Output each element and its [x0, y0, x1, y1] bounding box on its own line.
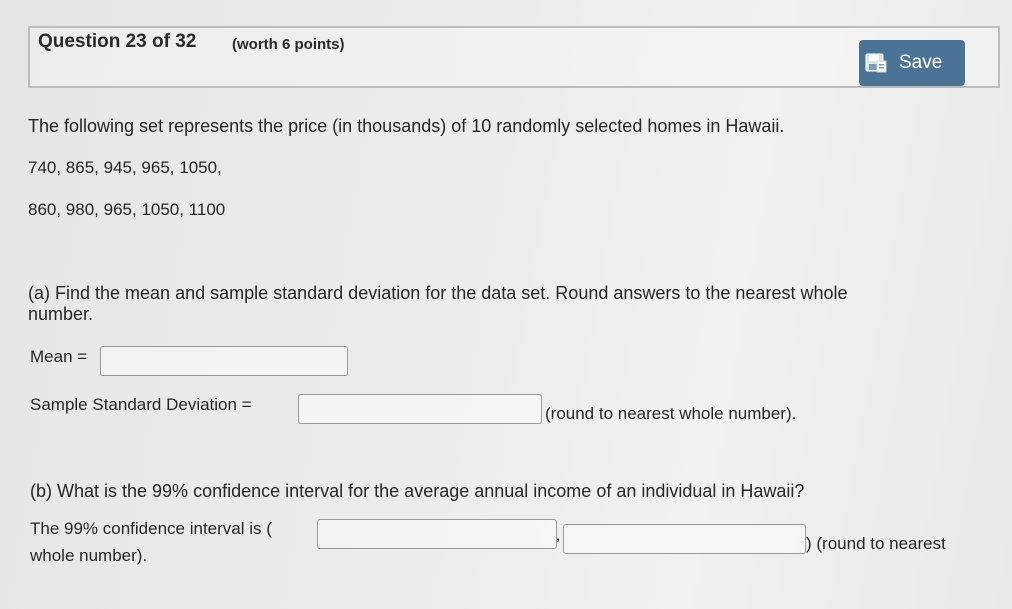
question-worth: (worth 6 points)	[232, 36, 345, 53]
sd-input[interactable]	[298, 394, 542, 424]
sd-hint: (round to nearest whole number).	[545, 404, 797, 423]
part-a-prompt-line-2: number.	[28, 304, 94, 324]
data-line-2: 860, 980, 965, 1050, 1100	[28, 200, 226, 219]
question-number: Question 23 of 32	[38, 31, 197, 52]
part-b-prompt: (b) What is the 99% confidence interval …	[30, 481, 805, 501]
mean-input[interactable]	[100, 346, 348, 376]
ci-label: The 99% confidence interval is (	[30, 519, 272, 538]
ci-separator: ,	[556, 527, 561, 544]
mean-label: Mean =	[30, 347, 88, 366]
save-button-label: Save	[899, 52, 943, 73]
ci-upper-input[interactable]	[563, 524, 806, 554]
ci-lower-input[interactable]	[317, 519, 557, 549]
sd-label: Sample Standard Deviation =	[30, 395, 252, 414]
save-button[interactable]: Save	[859, 40, 965, 86]
part-a-prompt-line-1: (a) Find the mean and sample standard de…	[28, 283, 848, 303]
save-disk-icon	[865, 53, 887, 73]
ci-hint: ) (round to nearest	[806, 534, 946, 553]
problem-intro: The following set represents the price (…	[28, 116, 785, 136]
ci-hint-line-2: whole number).	[30, 546, 148, 565]
data-line-1: 740, 865, 945, 965, 1050,	[28, 158, 222, 177]
